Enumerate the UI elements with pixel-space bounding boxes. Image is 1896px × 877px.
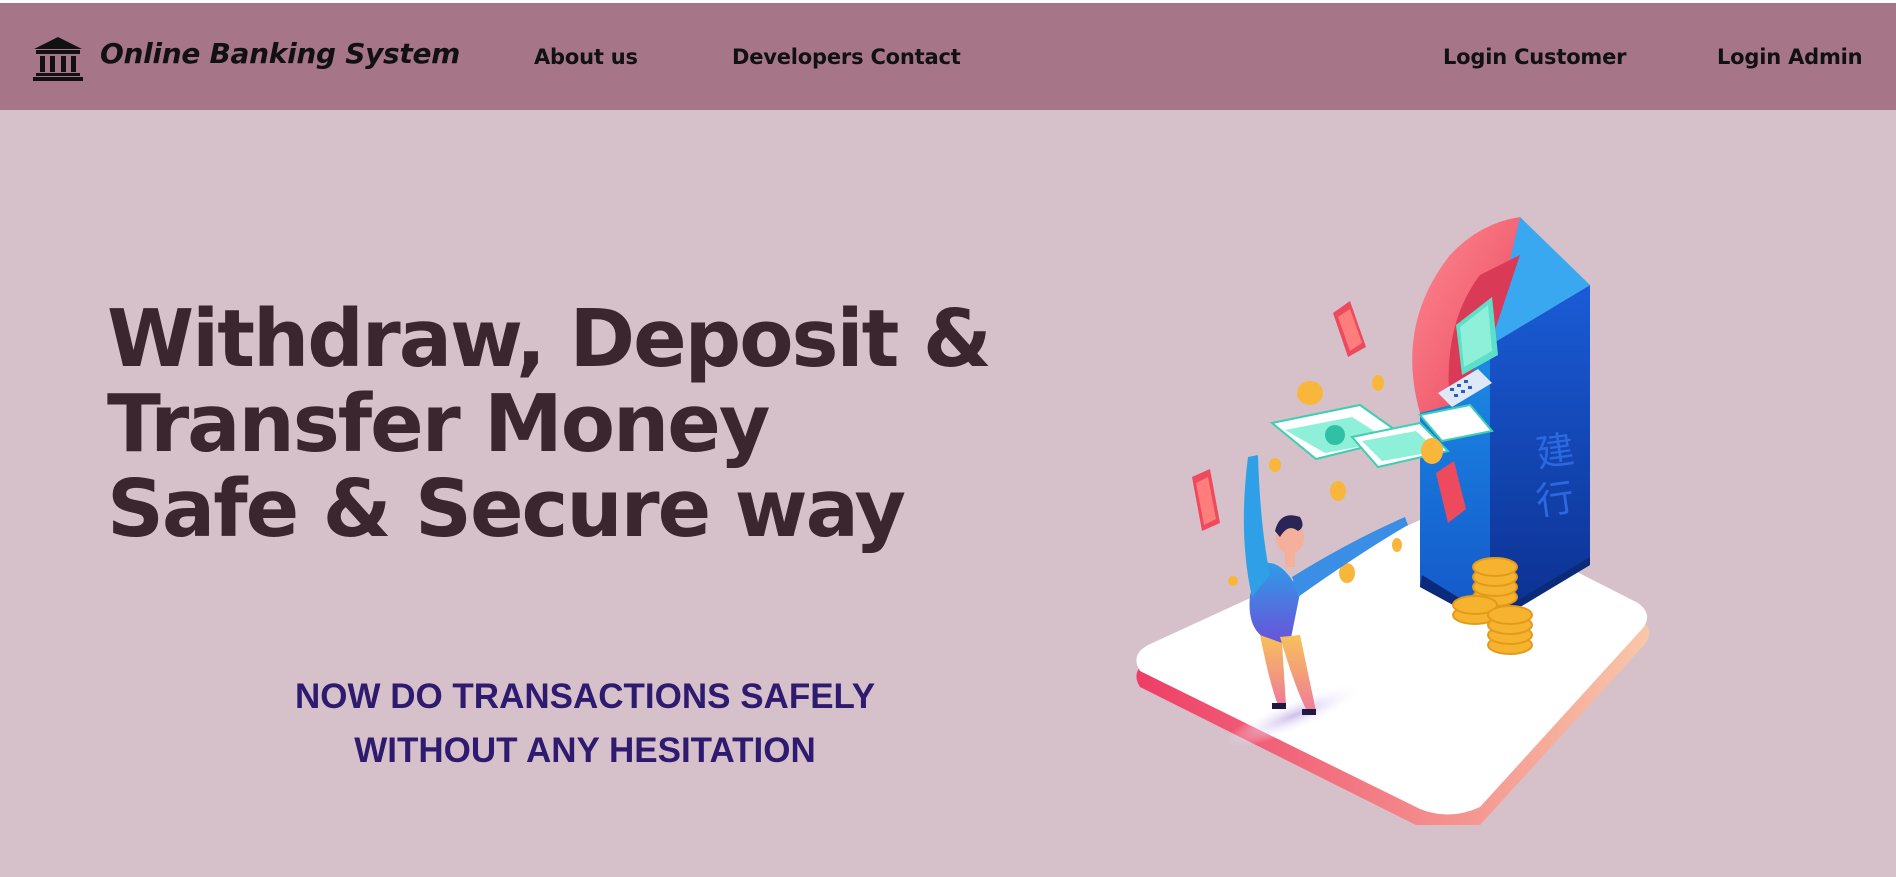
hero-headline: Withdraw, Deposit & Transfer Money Safe …	[107, 293, 992, 555]
brand-title[interactable]: Online Banking System	[100, 37, 460, 70]
hero-subline-line: WITHOUT ANY HESITATION	[354, 731, 816, 770]
hero-subline-line: NOW DO TRANSACTIONS SAFELY	[294, 677, 876, 716]
nav-login-customer[interactable]: Login Customer	[1443, 45, 1627, 69]
nav-login-admin[interactable]: Login Admin	[1717, 45, 1863, 69]
atm-sign-char-2: 行	[1533, 475, 1577, 524]
hero-headline-line: Safe & Secure way	[107, 463, 906, 555]
hero-headline-line: Transfer Money	[107, 378, 770, 470]
navbar: Online Banking System About us Developer…	[0, 3, 1896, 110]
hero-headline-line: Withdraw, Deposit &	[107, 293, 992, 385]
atm-sign-char-1: 建	[1533, 427, 1577, 476]
atm-money-illustration: 建 行	[1136, 217, 1650, 825]
hero-subline: NOW DO TRANSACTIONS SAFELY WITHOUT ANY H…	[265, 670, 905, 778]
nav-about-us[interactable]: About us	[534, 45, 638, 69]
nav-developers-contact[interactable]: Developers Contact	[732, 45, 961, 69]
bank-building-icon[interactable]	[32, 35, 84, 81]
